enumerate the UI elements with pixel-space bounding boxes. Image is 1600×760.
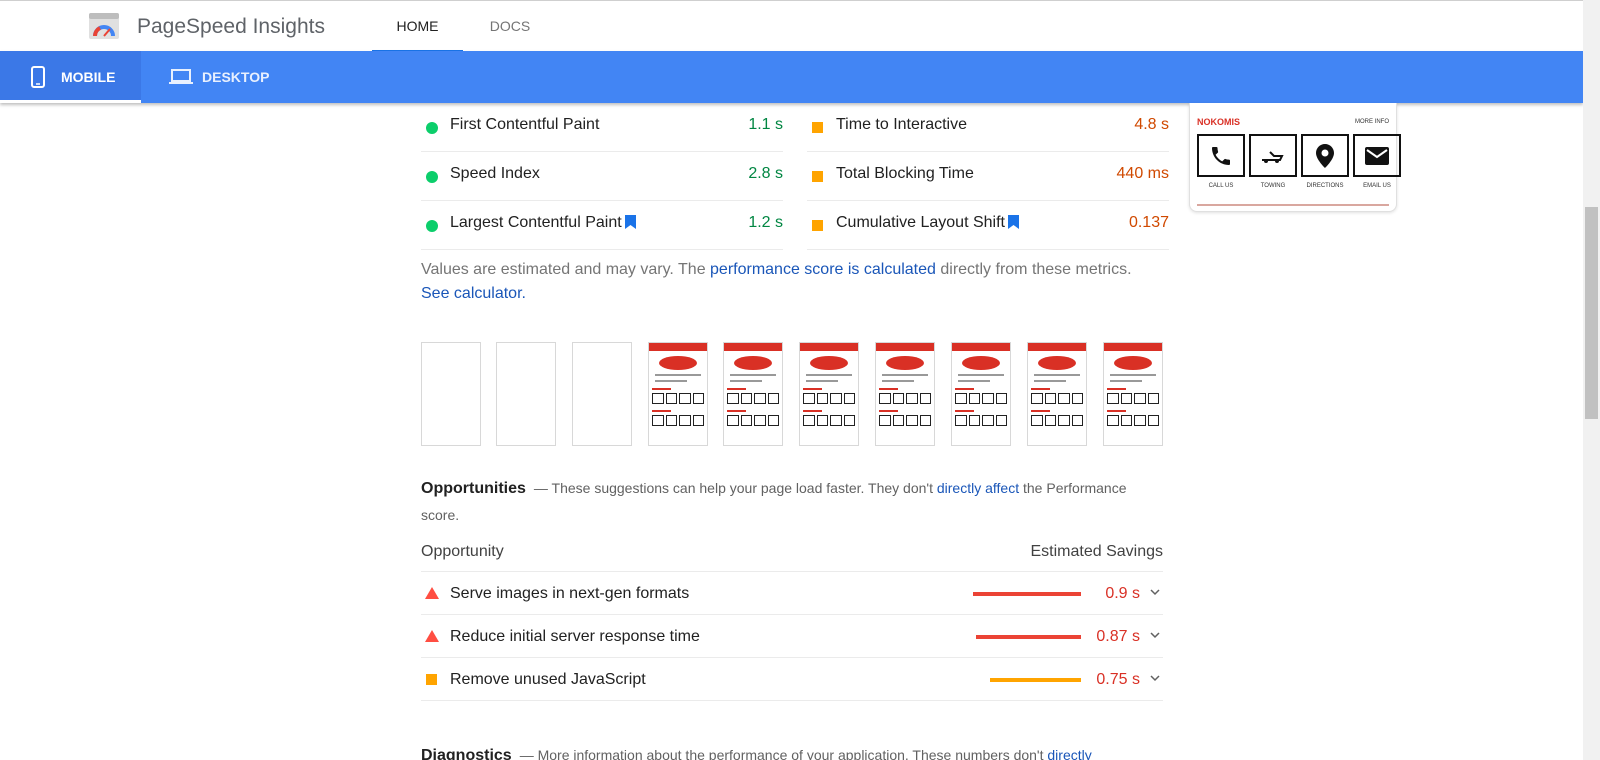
phone-icon xyxy=(1197,134,1245,177)
laptop-icon xyxy=(169,51,193,103)
metric-name: Time to Interactive xyxy=(836,116,968,133)
fail-triangle-icon xyxy=(425,630,439,642)
diagnostics-header: Diagnostics — More information about the … xyxy=(421,747,1163,760)
filmstrip-frame-thumbnail xyxy=(1027,342,1087,446)
metric-value: 440 ms xyxy=(1116,165,1169,182)
savings-bar xyxy=(990,678,1081,682)
score-calculated-link[interactable]: performance score is calculated xyxy=(710,261,936,278)
map-pin-icon xyxy=(1301,134,1349,177)
directly-affect-link[interactable]: directly affect xyxy=(937,480,1019,496)
pass-circle-icon xyxy=(426,122,438,134)
opportunities-description: — These suggestions can help your page l… xyxy=(533,480,937,496)
average-square-icon xyxy=(812,220,823,231)
bookmark-icon[interactable] xyxy=(1007,215,1019,229)
preview-site-name: NOKOMIS xyxy=(1197,117,1241,127)
metric-row: Cumulative Layout Shift 0.137 xyxy=(807,201,1169,250)
vertical-scrollbar[interactable] xyxy=(1583,0,1600,760)
average-square-icon xyxy=(812,171,823,182)
opportunity-label: Serve images in next-gen formats xyxy=(450,585,690,602)
opportunity-label: Remove unused JavaScript xyxy=(450,671,646,688)
tab-desktop-label: DESKTOP xyxy=(202,69,270,85)
chevron-down-icon[interactable] xyxy=(1149,629,1161,641)
envelope-icon xyxy=(1353,134,1401,177)
opportunity-row[interactable]: Reduce initial server response time 0.87… xyxy=(421,615,1163,658)
diagnostics-title: Diagnostics xyxy=(421,747,512,760)
column-estimated-savings: Estimated Savings xyxy=(1030,543,1163,560)
chevron-down-icon[interactable] xyxy=(1149,672,1161,684)
filmstrip-frame-blank xyxy=(572,342,632,446)
mobile-phone-icon xyxy=(31,51,45,103)
metric-value: 2.8 s xyxy=(748,165,783,182)
opportunities-title: Opportunities xyxy=(421,480,526,497)
metric-name: First Contentful Paint xyxy=(450,116,600,133)
final-screenshot-preview: NOKOMIS MORE INFO CALL US TOWING DIRECTI… xyxy=(1189,103,1401,212)
tab-home[interactable]: HOME xyxy=(372,1,463,52)
chevron-down-icon[interactable] xyxy=(1149,586,1161,598)
device-tab-bar: MOBILE DESKTOP xyxy=(0,51,1583,103)
preview-more-info: MORE INFO xyxy=(1355,119,1389,125)
savings-value: 0.75 s xyxy=(1096,671,1140,688)
disclaimer-text: Values are estimated and may vary. The xyxy=(421,261,711,278)
fail-triangle-icon xyxy=(425,587,439,599)
tab-mobile-label: MOBILE xyxy=(61,69,116,85)
scrollbar-thumb[interactable] xyxy=(1585,207,1598,419)
metric-row: First Contentful Paint 1.1 s xyxy=(421,103,783,152)
filmstrip xyxy=(421,342,1163,446)
opportunity-row[interactable]: Remove unused JavaScript 0.75 s xyxy=(421,658,1163,701)
metric-row: Time to Interactive 4.8 s xyxy=(807,103,1169,152)
preview-button-label: DIRECTIONS xyxy=(1306,183,1344,189)
savings-value: 0.87 s xyxy=(1096,628,1140,645)
bookmark-icon[interactable] xyxy=(624,215,636,229)
savings-bar xyxy=(973,592,1081,596)
metric-name: Speed Index xyxy=(450,165,540,182)
metric-name: Total Blocking Time xyxy=(836,165,974,182)
disclaimer-text: directly from these metrics. xyxy=(935,261,1132,278)
tab-mobile[interactable]: MOBILE xyxy=(0,51,141,103)
tow-truck-icon xyxy=(1249,134,1297,177)
filmstrip-frame-thumbnail xyxy=(723,342,783,446)
pass-circle-icon xyxy=(426,171,438,183)
average-square-icon xyxy=(812,122,823,133)
metric-name: Cumulative Layout Shift xyxy=(836,211,1019,235)
filmstrip-frame-blank xyxy=(496,342,556,446)
metric-name-text: Cumulative Layout Shift xyxy=(836,214,1005,231)
preview-button-label: EMAIL US xyxy=(1363,183,1391,189)
filmstrip-frame-thumbnail xyxy=(799,342,859,446)
metrics-disclaimer: Values are estimated and may vary. The p… xyxy=(421,258,1141,306)
metric-value: 4.8 s xyxy=(1134,116,1169,133)
savings-value: 0.9 s xyxy=(1105,585,1140,602)
directly-link[interactable]: directly xyxy=(1047,747,1091,760)
metric-row: Largest Contentful Paint 1.2 s xyxy=(421,201,783,250)
filmstrip-frame-thumbnail xyxy=(648,342,708,446)
pagespeed-logo-icon[interactable] xyxy=(88,12,120,40)
savings-bar xyxy=(976,635,1081,639)
top-header: PageSpeed Insights HOME DOCS xyxy=(0,0,1583,52)
column-opportunity: Opportunity xyxy=(421,543,504,560)
metric-value: 1.2 s xyxy=(748,214,783,231)
opportunity-row[interactable]: Serve images in next-gen formats 0.9 s xyxy=(421,572,1163,615)
tab-desktop[interactable]: DESKTOP xyxy=(141,51,281,103)
metric-name-text: Largest Contentful Paint xyxy=(450,214,622,231)
preview-button-label: TOWING xyxy=(1260,183,1286,189)
preview-divider xyxy=(1197,204,1389,206)
see-calculator-link[interactable]: See calculator. xyxy=(421,285,526,302)
filmstrip-frame-thumbnail xyxy=(1103,342,1163,446)
app-title[interactable]: PageSpeed Insights xyxy=(137,15,325,39)
filmstrip-frame-blank xyxy=(421,342,481,446)
average-square-icon xyxy=(426,674,437,685)
pass-circle-icon xyxy=(426,220,438,232)
tab-docs[interactable]: DOCS xyxy=(477,1,543,52)
opportunity-label: Reduce initial server response time xyxy=(450,628,700,645)
filmstrip-frame-thumbnail xyxy=(875,342,935,446)
metric-value: 1.1 s xyxy=(748,116,783,133)
metric-name: Largest Contentful Paint xyxy=(450,211,636,235)
metric-row: Total Blocking Time 440 ms xyxy=(807,152,1169,201)
opportunities-column-headers: Opportunity Estimated Savings xyxy=(421,540,1163,572)
metric-row: Speed Index 2.8 s xyxy=(421,152,783,201)
metric-value: 0.137 xyxy=(1128,214,1169,231)
opportunities-header: Opportunities — These suggestions can hel… xyxy=(421,475,1163,528)
filmstrip-frame-thumbnail xyxy=(951,342,1011,446)
preview-button-label: CALL US xyxy=(1208,183,1234,189)
diagnostics-description: — More information about the performance… xyxy=(519,747,1048,760)
